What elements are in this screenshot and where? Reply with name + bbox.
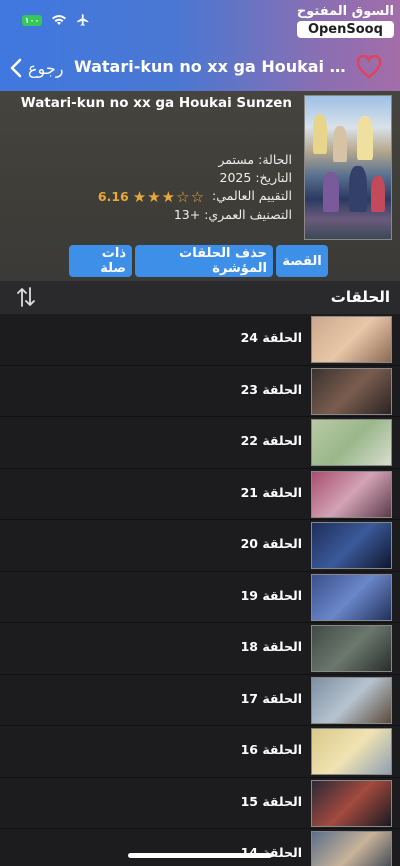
episode-row[interactable]: الحلقة 16 xyxy=(0,726,400,778)
status-label: الحالة: xyxy=(258,152,292,167)
episode-label: الحلقة 15 xyxy=(240,793,302,809)
brand-logo: السوق المفتوح OpenSooq xyxy=(296,4,394,38)
episode-label: الحلقة 17 xyxy=(240,690,302,706)
back-label: رجوع xyxy=(28,58,64,78)
date-row: التاريخ: 2025 xyxy=(98,169,292,187)
anime-title: Watari-kun no xx ga Houkai Sunzen xyxy=(20,95,292,111)
star-filled-icon: ★ xyxy=(132,187,147,206)
star-empty-icon: ☆ xyxy=(176,187,190,206)
episode-thumbnail xyxy=(311,728,392,775)
episodes-title: الحلقات xyxy=(330,288,390,306)
related-button[interactable]: ذات صلة xyxy=(69,245,132,277)
status-value: مستمر xyxy=(218,152,255,167)
episode-thumbnail xyxy=(311,470,392,518)
age-value: +13 xyxy=(173,206,201,222)
episodes-section-header: الحلقات xyxy=(0,281,400,314)
episode-label: الحلقة 18 xyxy=(240,639,302,654)
action-buttons: القصة حذف الحلقات المؤشرة ذات صلة xyxy=(69,245,328,277)
favorite-button[interactable] xyxy=(356,54,382,83)
sort-icon xyxy=(17,287,35,307)
episode-row[interactable]: الحلقة 15 xyxy=(0,777,400,829)
wifi-icon xyxy=(52,15,66,25)
episode-thumbnail xyxy=(311,419,392,466)
rating-row: التقييم العالمي: 6.16 ★ ★ ★ ☆ ☆ xyxy=(98,187,292,206)
navigation-bar: رجوع Watari-kun no xx ga Houkai Sunzen xyxy=(0,52,400,84)
home-indicator xyxy=(128,853,272,858)
age-label: التصنيف العمري: xyxy=(204,206,292,222)
rating-label: التقييم العالمي: xyxy=(212,188,292,203)
episode-label: الحلقة 23 xyxy=(240,381,302,397)
star-filled-icon: ★ xyxy=(147,187,161,206)
episode-row[interactable]: الحلقة 18 xyxy=(0,623,400,675)
episode-thumbnail xyxy=(311,779,392,827)
chevron-left-icon xyxy=(10,58,22,78)
episode-row[interactable]: الحلقة 20 xyxy=(0,520,400,572)
episode-row[interactable]: الحلقة 24 xyxy=(0,314,400,366)
battery-indicator: ١٠٠ xyxy=(22,14,42,26)
episode-row[interactable]: الحلقة 19 xyxy=(0,571,400,623)
anime-info-header: Watari-kun no xx ga Houkai Sunzen الحالة… xyxy=(0,91,400,281)
episode-thumbnail xyxy=(311,573,392,621)
rating-score: 6.16 xyxy=(97,188,129,204)
episode-row[interactable]: الحلقة 17 xyxy=(0,674,400,726)
rating-stars: 6.16 ★ ★ ★ ☆ ☆ xyxy=(98,188,204,206)
airplane-icon xyxy=(77,14,89,26)
delete-marked-episodes-button[interactable]: حذف الحلقات المؤشرة xyxy=(135,245,273,277)
age-row: التصنيف العمري: +13 xyxy=(98,206,292,224)
episode-label: الحلقة 19 xyxy=(240,587,302,603)
episode-row[interactable]: الحلقة 23 xyxy=(0,365,400,417)
date-label: التاريخ: xyxy=(255,170,292,185)
star-empty-icon: ☆ xyxy=(190,187,205,206)
episode-label: الحلقة 16 xyxy=(240,742,302,757)
top-bar: ١٠٠ السوق المفتوح OpenSooq رجوع Watari-k… xyxy=(0,0,400,91)
episode-row[interactable]: الحلقة 14 xyxy=(0,829,400,866)
episode-thumbnail xyxy=(311,367,392,415)
episode-label: الحلقة 24 xyxy=(240,330,302,345)
status-row: الحالة: مستمر xyxy=(98,151,292,169)
episode-list: الحلقة 24 الحلقة 23 الحلقة 22 الحلقة 21 الحل… xyxy=(0,314,400,866)
episode-thumbnail xyxy=(311,625,392,672)
star-filled-icon: ★ xyxy=(161,187,176,206)
episode-thumbnail xyxy=(311,316,392,363)
status-bar: ١٠٠ xyxy=(22,13,90,27)
episode-label: الحلقة 20 xyxy=(240,536,302,551)
heart-icon xyxy=(356,54,382,79)
episode-thumbnail xyxy=(311,831,392,866)
brand-english: OpenSooq xyxy=(296,21,394,38)
episode-thumbnail xyxy=(311,676,392,724)
episode-label: الحلقة 22 xyxy=(240,433,302,448)
episode-thumbnail xyxy=(311,522,392,569)
anime-details: الحالة: مستمر التاريخ: 2025 التقييم العا… xyxy=(98,151,292,224)
episode-row[interactable]: الحلقة 21 xyxy=(0,468,400,520)
episode-row[interactable]: الحلقة 22 xyxy=(0,417,400,469)
anime-poster xyxy=(304,95,392,240)
back-button[interactable]: رجوع xyxy=(10,58,63,78)
episode-label: الحلقة 21 xyxy=(240,484,302,500)
brand-arabic: السوق المفتوح xyxy=(296,4,394,19)
sort-button[interactable] xyxy=(16,286,36,312)
story-button[interactable]: القصة xyxy=(276,245,328,277)
date-value: 2025 xyxy=(219,170,252,185)
nav-title: Watari-kun no xx ga Houkai Sunzen xyxy=(74,57,346,76)
